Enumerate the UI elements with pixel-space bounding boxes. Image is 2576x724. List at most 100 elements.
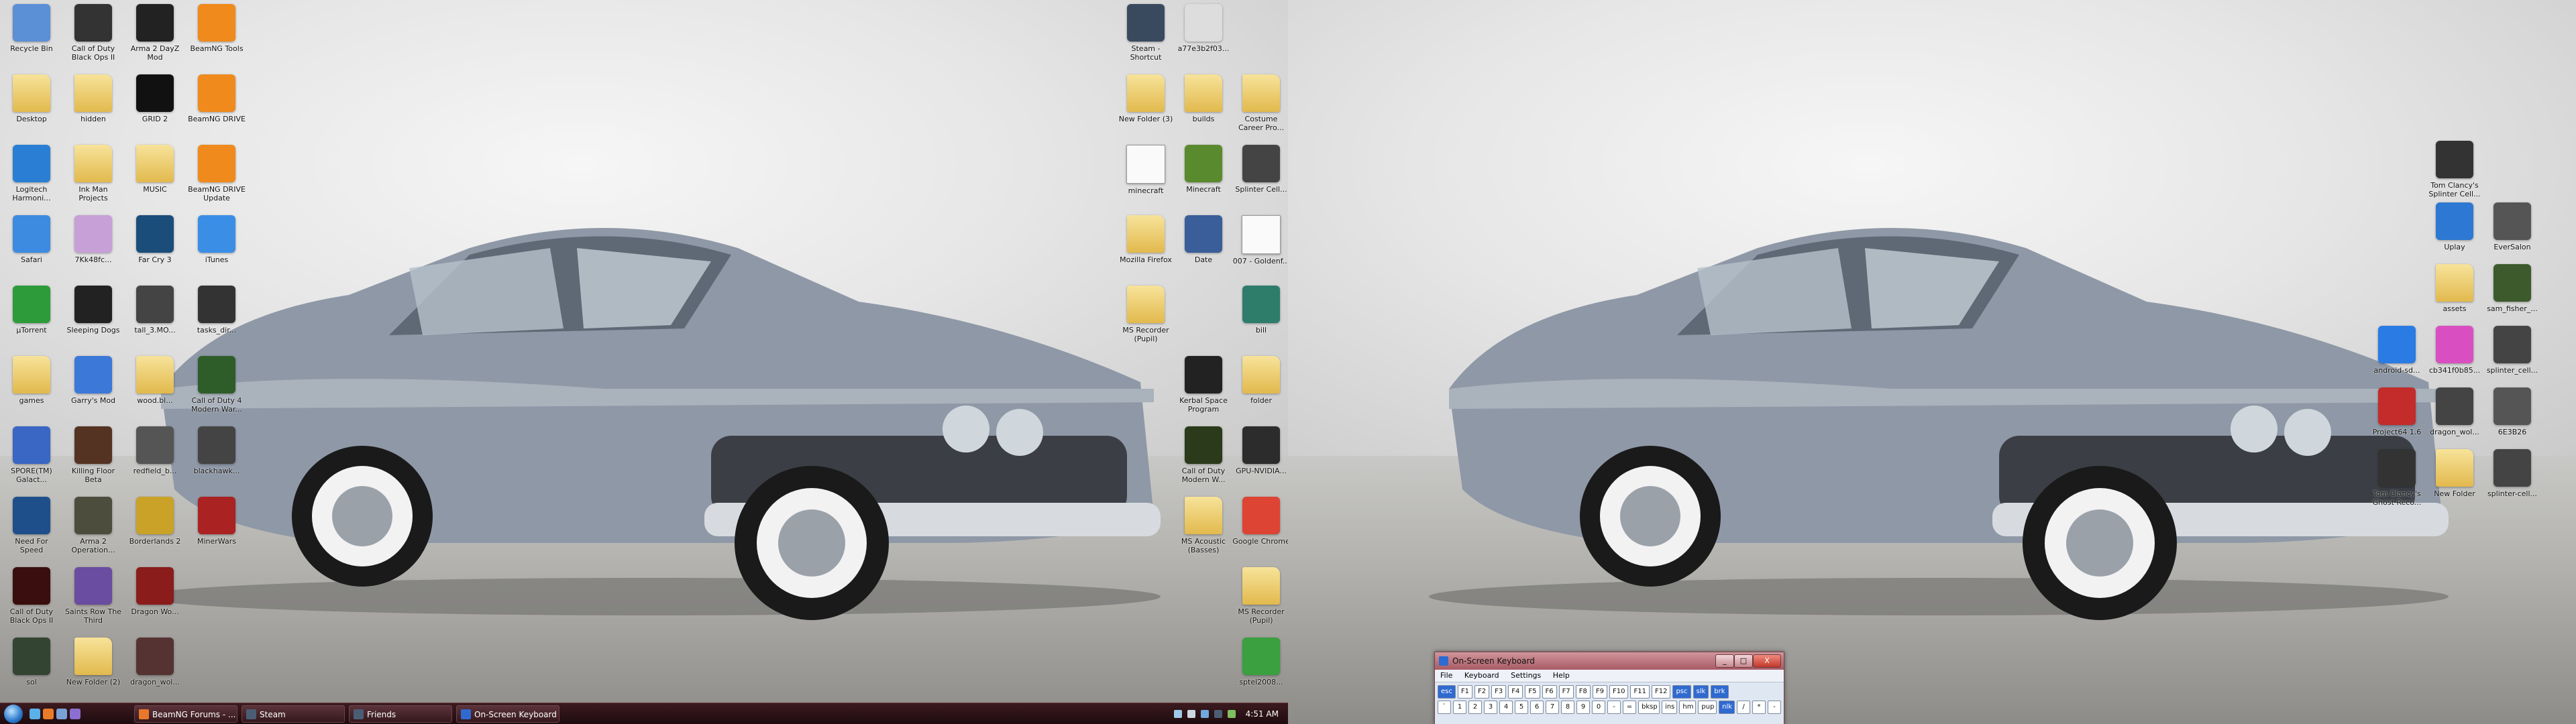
desktop-icon-assets[interactable]: assets: [2426, 261, 2483, 328]
desktop-icon-wood-bl[interactable]: wood.bl...: [126, 353, 184, 420]
desktop-icon-killing-floor-beta[interactable]: Killing Floor Beta: [64, 424, 122, 491]
key-nlk[interactable]: nlk: [1719, 701, 1735, 714]
desktop-icon-tall-3-mo[interactable]: tall_3.MO...: [126, 283, 184, 350]
key-f7[interactable]: F7: [1558, 685, 1574, 699]
desktop-icon-folder[interactable]: folder: [1232, 353, 1288, 420]
desktop-icon-safari[interactable]: Safari: [3, 213, 60, 280]
key-pup[interactable]: pup: [1698, 701, 1717, 714]
desktop-icon-date[interactable]: Date: [1175, 213, 1232, 280]
key-f11[interactable]: F11: [1630, 685, 1650, 699]
desktop-icon-logitech-harmoni[interactable]: Logitech Harmoni...: [3, 142, 60, 209]
desktop-icon-eversalon[interactable]: EverSalon: [2483, 200, 2541, 267]
desktop-icon-call-of-duty-black-ops-ii[interactable]: Call of Duty Black Ops II: [3, 564, 60, 631]
desktop-icon-call-of-duty-modern-w[interactable]: Call of Duty Modern W...: [1175, 424, 1232, 491]
desktop-icon-beamng-tools[interactable]: BeamNG Tools: [188, 1, 246, 68]
minimize-button[interactable]: _: [1715, 654, 1734, 668]
desktop-icon-call-of-duty-4-modern-war[interactable]: Call of Duty 4 Modern War...: [188, 353, 246, 420]
desktop-icon-7kk48fc[interactable]: 7Kk48fc...: [64, 213, 122, 280]
desktop-icon-bill[interactable]: bill: [1232, 283, 1288, 350]
desktop-icon-sol[interactable]: sol: [3, 635, 60, 702]
key-f10[interactable]: F10: [1609, 685, 1629, 699]
desktop-icon-grid-2[interactable]: GRID 2: [126, 72, 184, 139]
key-bksp[interactable]: bksp: [1638, 701, 1660, 714]
key-5[interactable]: 5: [1515, 701, 1528, 714]
desktop-icon-itunes[interactable]: iTunes: [188, 213, 246, 280]
desktop-icon-dragon-wol[interactable]: dragon_wol...: [126, 635, 184, 702]
menu-settings[interactable]: Settings: [1511, 671, 1541, 680]
explorer-icon[interactable]: [56, 709, 67, 719]
desktop-icon-arma-2-dayz-mod[interactable]: Arma 2 DayZ Mod: [126, 1, 184, 68]
key-8[interactable]: 8: [1561, 701, 1574, 714]
volume-icon[interactable]: [1187, 710, 1195, 718]
desktop-icon-minecraft[interactable]: Minecraft: [1175, 142, 1232, 209]
menu-keyboard[interactable]: Keyboard: [1464, 671, 1499, 680]
show-desktop-icon[interactable]: [30, 709, 40, 719]
key-f3[interactable]: F3: [1491, 685, 1507, 699]
bluetooth-icon[interactable]: [1201, 710, 1209, 718]
desktop-icon-android-sd[interactable]: android-sd...: [2368, 323, 2426, 390]
desktop-icon-redfield-b[interactable]: redfield_b...: [126, 424, 184, 491]
desktop-icon-project64-1-6[interactable]: Project64 1.6: [2368, 385, 2426, 452]
close-button[interactable]: X: [1753, 654, 1781, 668]
key-9[interactable]: 9: [1576, 701, 1590, 714]
desktop-icon-need-for-speed[interactable]: Need For Speed: [3, 494, 60, 561]
osk-titlebar[interactable]: On-Screen Keyboard _ □ X: [1435, 652, 1784, 670]
desktop-icon-call-of-duty-black-ops-ii[interactable]: Call of Duty Black Ops II: [64, 1, 122, 68]
key-hm[interactable]: hm: [1679, 701, 1697, 714]
firefox-icon[interactable]: [43, 709, 54, 719]
start-button[interactable]: [4, 705, 23, 723]
key-symbol-0[interactable]: `: [1438, 701, 1451, 714]
desktop-icon-cb341f0b85[interactable]: cb341f0b85...: [2426, 323, 2483, 390]
desktop-icon-gpu-nvidia[interactable]: GPU-NVIDIA...: [1232, 424, 1288, 491]
desktop-icon-hidden[interactable]: hidden: [64, 72, 122, 139]
desktop-icon-beamng-drive-update[interactable]: BeamNG DRIVE Update: [188, 142, 246, 209]
desktop-icon-mozilla-firefox[interactable]: Mozilla Firefox: [1117, 213, 1175, 280]
desktop-icon-tom-clancy-s-splinter-cell[interactable]: Tom Clancy's Splinter Cell...: [2426, 138, 2483, 205]
key-f5[interactable]: F5: [1525, 685, 1540, 699]
desktop-icon-borderlands-2[interactable]: Borderlands 2: [126, 494, 184, 561]
key-psc[interactable]: psc: [1672, 685, 1691, 699]
key-4[interactable]: 4: [1499, 701, 1513, 714]
key-2[interactable]: 2: [1468, 701, 1482, 714]
desktop-icon-sleeping-dogs[interactable]: Sleeping Dogs: [64, 283, 122, 350]
switch-windows-icon[interactable]: [70, 709, 80, 719]
desktop-icon-dragon-wo[interactable]: Dragon Wo...: [126, 564, 184, 631]
key-brk[interactable]: brk: [1711, 685, 1729, 699]
key-3[interactable]: 3: [1484, 701, 1497, 714]
desktop-icon-new-folder-2[interactable]: New Folder (2): [64, 635, 122, 702]
desktop-icon-saints-row-the-third[interactable]: Saints Row The Third: [64, 564, 122, 631]
key-f8[interactable]: F8: [1575, 685, 1591, 699]
desktop-icon-007-goldenf[interactable]: 007 - Goldenf...: [1232, 213, 1288, 280]
desktop-icon-dragon-wol[interactable]: dragon_wol...: [2426, 385, 2483, 452]
key-ins[interactable]: ins: [1662, 701, 1678, 714]
key-f9[interactable]: F9: [1592, 685, 1607, 699]
desktop-icon-minerwars[interactable]: MinerWars: [188, 494, 246, 561]
desktop-icon-splinter-cell[interactable]: Splinter Cell...: [1232, 142, 1288, 209]
key-symbol-18[interactable]: /: [1737, 701, 1751, 714]
key-symbol-11[interactable]: -: [1607, 701, 1621, 714]
key-f12[interactable]: F12: [1651, 685, 1671, 699]
desktop-icon-sam-fisher[interactable]: sam_fisher_...: [2483, 261, 2541, 328]
desktop-icon-beamng-drive[interactable]: BeamNG DRIVE: [188, 72, 246, 139]
key-f2[interactable]: F2: [1474, 685, 1490, 699]
key-f4[interactable]: F4: [1508, 685, 1523, 699]
key-f6[interactable]: F6: [1542, 685, 1557, 699]
key-esc[interactable]: esc: [1438, 685, 1456, 699]
key-symbol-12[interactable]: =: [1623, 701, 1636, 714]
desktop-icon-ms-acoustic-basses[interactable]: MS Acoustic (Basses): [1175, 494, 1232, 561]
power-icon[interactable]: [1228, 710, 1236, 718]
key-slk[interactable]: slk: [1693, 685, 1709, 699]
key-symbol-19[interactable]: *: [1752, 701, 1766, 714]
steam-tray-icon[interactable]: [1214, 710, 1222, 718]
menu-help[interactable]: Help: [1553, 671, 1570, 680]
desktop-icon-splinter-cell[interactable]: splinter-cell...: [2483, 446, 2541, 514]
desktop-icon-desktop[interactable]: Desktop: [3, 72, 60, 139]
desktop-icon-far-cry-3[interactable]: Far Cry 3: [126, 213, 184, 280]
menu-file[interactable]: File: [1440, 671, 1452, 680]
desktop-icon-blackhawk[interactable]: blackhawk...: [188, 424, 246, 491]
key-symbol-20[interactable]: -: [1768, 701, 1782, 714]
taskbar-button-steam[interactable]: Steam: [241, 705, 345, 723]
desktop-icon-sptel2008[interactable]: sptel2008...: [1232, 635, 1288, 702]
desktop-icon-costume-career-pro[interactable]: Costume Career Pro...: [1232, 72, 1288, 139]
desktop-icon-tasks-dir[interactable]: tasks_dir...: [188, 283, 246, 350]
